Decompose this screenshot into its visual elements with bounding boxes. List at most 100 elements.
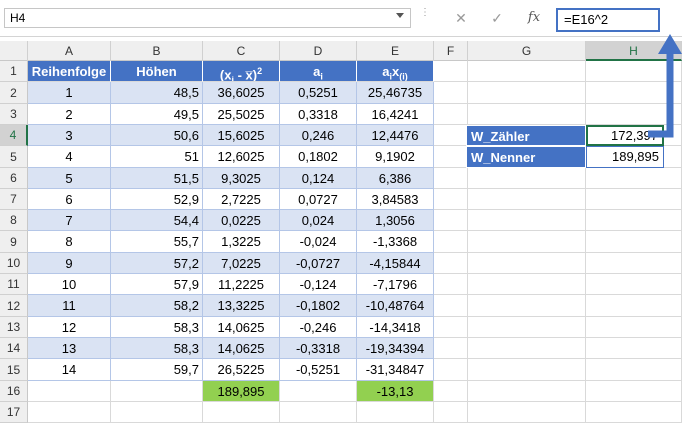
grid-cell[interactable]	[468, 210, 586, 231]
table-cell[interactable]: 52,9	[111, 189, 203, 210]
w-zaehler-label[interactable]: W_Zähler	[466, 125, 586, 146]
table-cell[interactable]: 15,6025	[203, 125, 280, 146]
grid-cell[interactable]	[434, 189, 468, 210]
table-cell[interactable]: -0,024	[280, 231, 357, 253]
table-cell[interactable]: -0,124	[280, 274, 357, 295]
w-nenner-label[interactable]: W_Nenner	[466, 146, 586, 168]
grid-cell[interactable]	[586, 317, 682, 338]
cancel-icon[interactable]: ✕	[450, 8, 472, 28]
grid-cell[interactable]	[586, 295, 682, 317]
grid-cell[interactable]	[434, 125, 468, 146]
grid-cell[interactable]	[434, 168, 468, 189]
table-cell[interactable]: 1,3225	[203, 231, 280, 253]
row-header-4[interactable]: 4	[0, 125, 28, 146]
table-cell[interactable]: 12,4476	[357, 125, 434, 146]
table-cell[interactable]: 59,7	[111, 359, 203, 381]
grid-cell[interactable]	[434, 253, 468, 274]
table-cell[interactable]: 11,2225	[203, 274, 280, 295]
header-aixi[interactable]: aix(i)	[357, 61, 434, 82]
table-cell[interactable]: 25,46735	[357, 82, 434, 104]
row-header-14[interactable]: 14	[0, 338, 28, 359]
column-header-d[interactable]: D	[280, 41, 357, 61]
row-header-6[interactable]: 6	[0, 168, 28, 189]
table-cell[interactable]: 6,386	[357, 168, 434, 189]
header-reihenfolge[interactable]: Reihenfolge	[28, 61, 111, 82]
grid-cell[interactable]	[28, 381, 111, 402]
column-header-g[interactable]: G	[468, 41, 586, 61]
table-cell[interactable]: 58,2	[111, 295, 203, 317]
insert-function-icon[interactable]: fx	[523, 8, 545, 28]
table-cell[interactable]: -0,5251	[280, 359, 357, 381]
column-header-c[interactable]: C	[203, 41, 280, 61]
w-nenner-value[interactable]: 189,895	[586, 146, 664, 168]
table-cell[interactable]: 0,3318	[280, 104, 357, 125]
table-cell[interactable]: 9,1902	[357, 146, 434, 168]
column-header-f[interactable]: F	[434, 41, 468, 61]
table-cell[interactable]: 7,0225	[203, 253, 280, 274]
total-squared-deviation[interactable]: 189,895	[203, 381, 280, 402]
grid-cell[interactable]	[586, 274, 682, 295]
table-cell[interactable]: 25,5025	[203, 104, 280, 125]
row-header-1[interactable]: 1	[0, 61, 28, 82]
table-cell[interactable]: -4,15844	[357, 253, 434, 274]
table-cell[interactable]: 49,5	[111, 104, 203, 125]
table-cell[interactable]: 57,9	[111, 274, 203, 295]
grid-cell[interactable]	[468, 274, 586, 295]
row-header-10[interactable]: 10	[0, 253, 28, 274]
column-header-a[interactable]: A	[28, 41, 111, 61]
table-cell[interactable]: 8	[28, 231, 111, 253]
table-cell[interactable]: 13	[28, 338, 111, 359]
table-cell[interactable]: 0,024	[280, 210, 357, 231]
formula-bar-grip-icon[interactable]: ⋮	[420, 8, 430, 26]
row-header-11[interactable]: 11	[0, 274, 28, 295]
table-cell[interactable]: -0,0727	[280, 253, 357, 274]
grid-cell[interactable]	[111, 402, 203, 423]
table-cell[interactable]: 48,5	[111, 82, 203, 104]
table-cell[interactable]: 26,5225	[203, 359, 280, 381]
table-cell[interactable]: 11	[28, 295, 111, 317]
grid-cell[interactable]	[586, 189, 682, 210]
table-cell[interactable]: 7	[28, 210, 111, 231]
row-header-3[interactable]: 3	[0, 104, 28, 125]
header-squared-deviation[interactable]: (xi - x̅)2	[203, 61, 280, 82]
table-cell[interactable]: 55,7	[111, 231, 203, 253]
table-cell[interactable]: -7,1796	[357, 274, 434, 295]
table-cell[interactable]: 1	[28, 82, 111, 104]
table-cell[interactable]: 12,6025	[203, 146, 280, 168]
row-header-9[interactable]: 9	[0, 231, 28, 253]
grid-cell[interactable]	[468, 381, 586, 402]
name-box[interactable]: H4	[4, 8, 411, 28]
grid-cell[interactable]	[434, 317, 468, 338]
column-header-b[interactable]: B	[111, 41, 203, 61]
table-cell[interactable]: 14,0625	[203, 317, 280, 338]
grid-cell[interactable]	[434, 381, 468, 402]
name-box-dropdown-icon[interactable]	[396, 13, 404, 18]
table-cell[interactable]: 51,5	[111, 168, 203, 189]
table-cell[interactable]: 0,0727	[280, 189, 357, 210]
grid-cell[interactable]	[468, 189, 586, 210]
table-cell[interactable]: -0,3318	[280, 338, 357, 359]
grid-cell[interactable]	[468, 359, 586, 381]
grid-cell[interactable]	[434, 338, 468, 359]
grid-cell[interactable]	[434, 359, 468, 381]
formula-input[interactable]: =E16^2	[556, 8, 660, 32]
row-header-15[interactable]: 15	[0, 359, 28, 381]
grid-cell[interactable]	[434, 104, 468, 125]
grid-cell[interactable]	[357, 402, 434, 423]
table-cell[interactable]: 51	[111, 146, 203, 168]
grid-cell[interactable]	[586, 338, 682, 359]
table-cell[interactable]: -19,34394	[357, 338, 434, 359]
grid-cell[interactable]	[434, 146, 468, 168]
grid-cell[interactable]	[434, 295, 468, 317]
table-cell[interactable]: 12	[28, 317, 111, 338]
grid-cell[interactable]	[468, 317, 586, 338]
row-header-7[interactable]: 7	[0, 189, 28, 210]
row-header-13[interactable]: 13	[0, 317, 28, 338]
table-cell[interactable]: 9,3025	[203, 168, 280, 189]
enter-icon[interactable]: ✓	[486, 8, 508, 28]
table-cell[interactable]: 16,4241	[357, 104, 434, 125]
header-hoehen[interactable]: Höhen	[111, 61, 203, 82]
row-header-17[interactable]: 17	[0, 402, 28, 423]
grid-cell[interactable]	[586, 359, 682, 381]
grid-cell[interactable]	[434, 210, 468, 231]
